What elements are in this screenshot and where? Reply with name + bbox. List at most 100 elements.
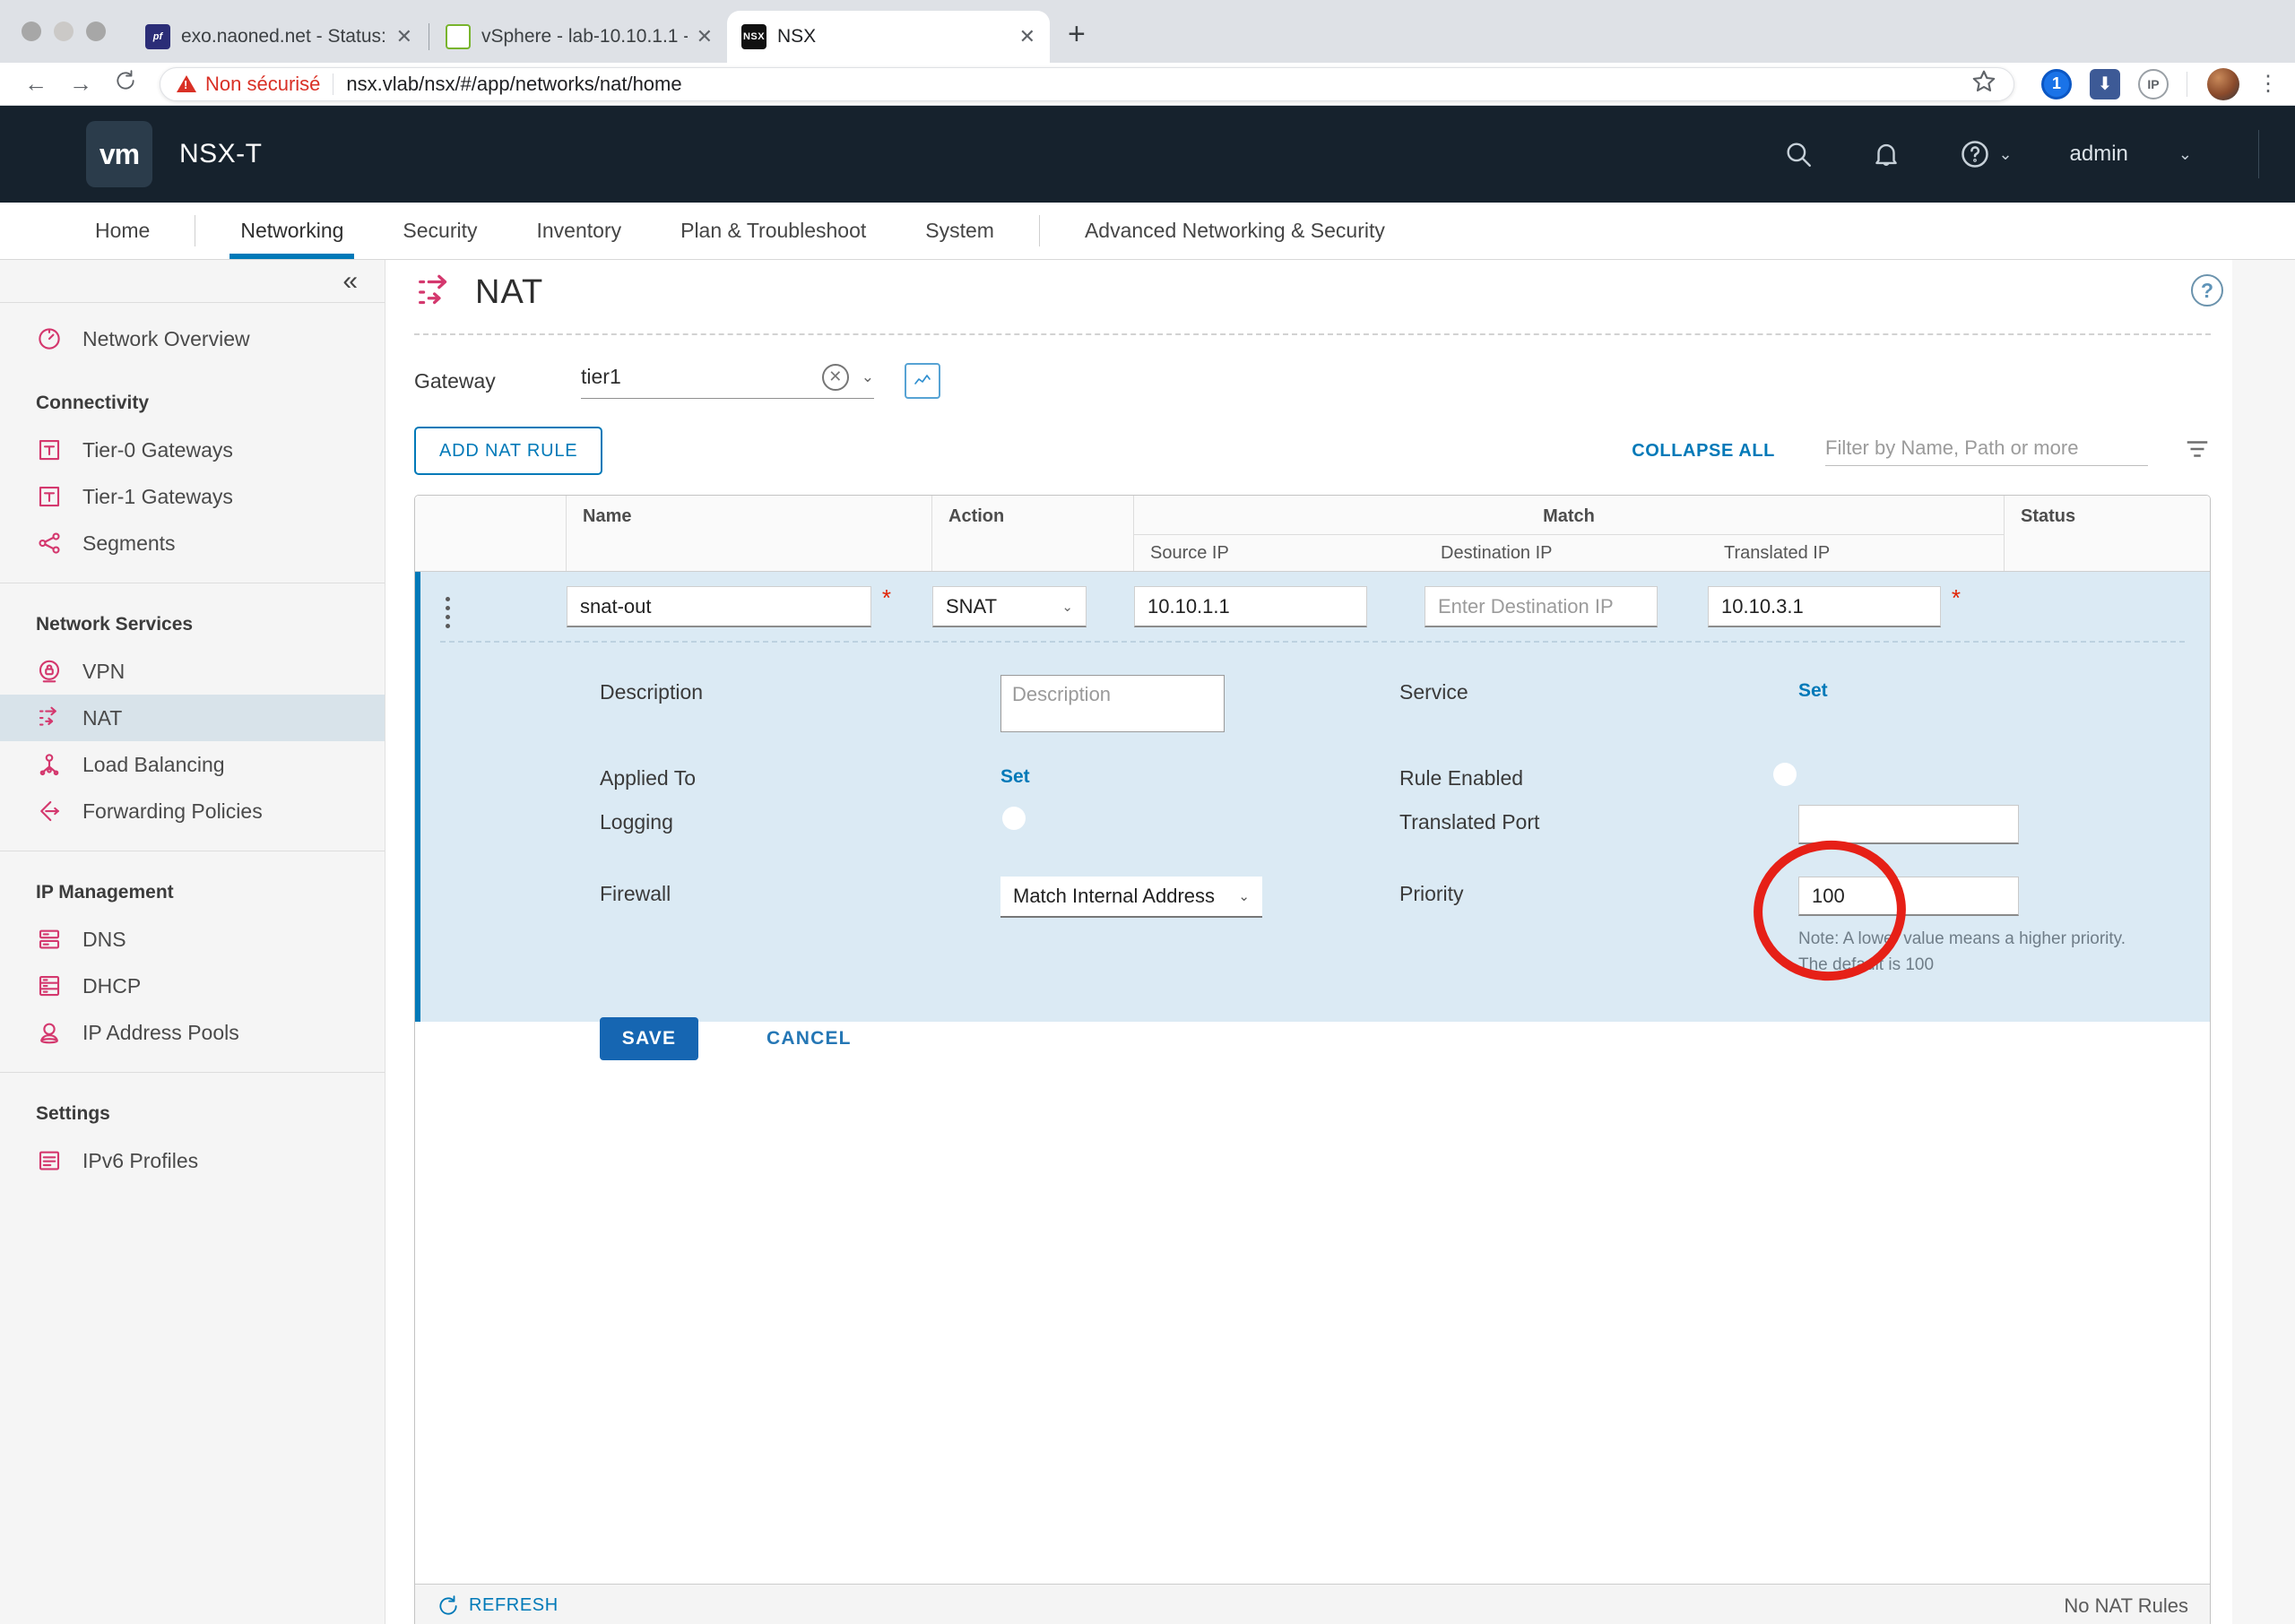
sidebar-item-tier0-gateways[interactable]: Tier-0 Gateways (0, 427, 385, 473)
url-text[interactable]: nsx.vlab/nsx/#/app/networks/nat/home (346, 73, 681, 96)
nav-security[interactable]: Security (397, 203, 482, 259)
sidebar-section-network-services: Network Services (0, 583, 385, 648)
source-ip-input[interactable] (1134, 586, 1367, 627)
window-controls[interactable] (0, 22, 131, 63)
nav-networking[interactable]: Networking (235, 203, 349, 259)
security-warning-icon[interactable] (177, 75, 196, 92)
sidebar-section-connectivity: Connectivity (0, 362, 385, 427)
bookmark-star-icon[interactable] (1970, 68, 1997, 99)
applied-to-set-link[interactable]: Set (1000, 761, 1030, 788)
header-handle-column (415, 496, 567, 571)
translated-port-input[interactable] (1798, 805, 2019, 844)
collapse-sidebar-icon[interactable]: « (342, 266, 358, 297)
nav-plan-troubleshoot[interactable]: Plan & Troubleshoot (675, 203, 871, 259)
close-tab-icon[interactable]: ✕ (396, 25, 412, 48)
destination-ip-input[interactable] (1425, 586, 1658, 627)
sidebar-section-settings: Settings (0, 1073, 385, 1137)
notifications-bell-icon[interactable] (1871, 139, 1901, 169)
firewall-select[interactable]: Match Internal Address ⌄ (1000, 877, 1262, 918)
sidebar-item-label: VPN (82, 660, 125, 684)
tab-nsx-active[interactable]: NSX NSX ✕ (727, 11, 1050, 63)
add-nat-rule-button[interactable]: ADD NAT RULE (414, 427, 602, 475)
sidebar-item-ipv6-profiles[interactable]: IPv6 Profiles (0, 1137, 385, 1184)
cancel-button[interactable]: CANCEL (766, 1028, 852, 1050)
search-icon[interactable] (1783, 139, 1814, 169)
tab-vsphere[interactable]: ❖ vSphere - lab-10.10.1.1 - Summar ✕ (431, 11, 727, 63)
logging-label: Logging (600, 805, 1000, 834)
tab-pfsense[interactable]: pf exo.naoned.net - Status: Dashbo ✕ (131, 11, 427, 63)
download-extension-icon[interactable]: ⬇ (2090, 69, 2120, 99)
required-asterisk: * (1952, 584, 1961, 612)
sidebar-item-vpn[interactable]: VPN (0, 648, 385, 695)
sidebar-item-tier1-gateways[interactable]: Tier-1 Gateways (0, 473, 385, 520)
nav-advanced[interactable]: Advanced Networking & Security (1079, 203, 1390, 259)
translated-ip-input[interactable] (1708, 586, 1941, 627)
sidebar-item-label: DNS (82, 928, 126, 952)
1password-extension-icon[interactable]: 1 (2041, 69, 2072, 99)
dns-icon (36, 926, 63, 953)
user-menu[interactable]: admin ⌄ (2070, 142, 2192, 167)
browser-menu-icon[interactable]: ⋮ (2257, 80, 2279, 89)
main-nav: Home Networking Security Inventory Plan … (0, 203, 2295, 260)
sidebar-item-network-overview[interactable]: Network Overview (0, 315, 385, 362)
header-name: Name (567, 496, 932, 571)
back-button[interactable]: ← (16, 70, 56, 98)
rule-name-input[interactable] (567, 586, 871, 627)
forward-button[interactable]: → (61, 70, 100, 98)
address-bar[interactable]: Non sécurisé nsx.vlab/nsx/#/app/networks… (160, 67, 2014, 101)
sidebar-item-label: IP Address Pools (82, 1021, 239, 1045)
row-drag-handle[interactable] (420, 586, 567, 628)
sidebar-item-label: Tier-0 Gateways (82, 438, 233, 462)
header-destination-ip: Destination IP (1425, 543, 1708, 564)
chevron-down-icon: ⌄ (1998, 145, 2012, 164)
gateway-label: Gateway (414, 369, 522, 393)
chevron-down-icon: ⌄ (1238, 888, 1250, 904)
ip-lookup-extension-icon[interactable]: IP (2138, 69, 2169, 99)
service-set-link[interactable]: Set (1798, 675, 1828, 702)
gateway-stats-icon[interactable] (905, 363, 940, 399)
filter-icon[interactable] (2184, 437, 2211, 465)
vmware-logo: vm (86, 121, 152, 187)
priority-input[interactable] (1798, 877, 2019, 916)
minimize-window-button[interactable] (54, 22, 74, 41)
save-button[interactable]: SAVE (600, 1017, 698, 1060)
page-help-icon[interactable]: ? (2191, 274, 2223, 307)
reload-button[interactable] (106, 69, 145, 99)
browser-tab-strip: pf exo.naoned.net - Status: Dashbo ✕ ❖ v… (0, 0, 2295, 63)
help-menu[interactable]: ⌄ (1959, 138, 2012, 170)
reload-icon (114, 69, 137, 92)
maximize-window-button[interactable] (86, 22, 106, 41)
header-source-ip: Source IP (1134, 543, 1425, 564)
profile-avatar[interactable] (2207, 68, 2239, 100)
nav-home[interactable]: Home (90, 203, 155, 259)
sidebar-item-ip-address-pools[interactable]: IP Address Pools (0, 1009, 385, 1056)
help-icon (1959, 138, 1991, 170)
sidebar-item-nat[interactable]: NAT (0, 695, 385, 741)
gateway-value: tier1 (581, 365, 822, 389)
tab-title: exo.naoned.net - Status: Dashbo (181, 26, 387, 48)
chevron-down-icon[interactable]: ⌄ (862, 368, 874, 386)
description-textarea[interactable] (1000, 675, 1225, 732)
firewall-value: Match Internal Address (1013, 885, 1215, 908)
new-tab-button[interactable]: + (1068, 17, 1086, 52)
sidebar-item-dns[interactable]: DNS (0, 916, 385, 963)
sidebar-item-segments[interactable]: Segments (0, 520, 385, 566)
sidebar-item-forwarding-policies[interactable]: Forwarding Policies (0, 788, 385, 834)
clear-gateway-icon[interactable]: ✕ (822, 364, 849, 391)
nav-inventory[interactable]: Inventory (532, 203, 628, 259)
filter-input[interactable]: Filter by Name, Path or more (1825, 436, 2148, 466)
nav-system[interactable]: System (920, 203, 1000, 259)
rule-enabled-label: Rule Enabled (1399, 761, 1798, 790)
gateway-icon (36, 483, 63, 510)
gateway-select[interactable]: tier1 ✕ ⌄ (581, 364, 874, 399)
action-select[interactable]: SNAT ⌄ (932, 586, 1087, 627)
collapse-all-link[interactable]: COLLAPSE ALL (1632, 441, 1775, 462)
sidebar-item-load-balancing[interactable]: Load Balancing (0, 741, 385, 788)
close-window-button[interactable] (22, 22, 41, 41)
security-warning-label[interactable]: Non sécurisé (205, 73, 320, 96)
refresh-button[interactable]: REFRESH (437, 1594, 559, 1618)
sidebar-item-dhcp[interactable]: DHCP (0, 963, 385, 1009)
close-tab-icon[interactable]: ✕ (1019, 25, 1035, 48)
sidebar-item-label: Forwarding Policies (82, 799, 263, 824)
close-tab-icon[interactable]: ✕ (697, 25, 713, 48)
